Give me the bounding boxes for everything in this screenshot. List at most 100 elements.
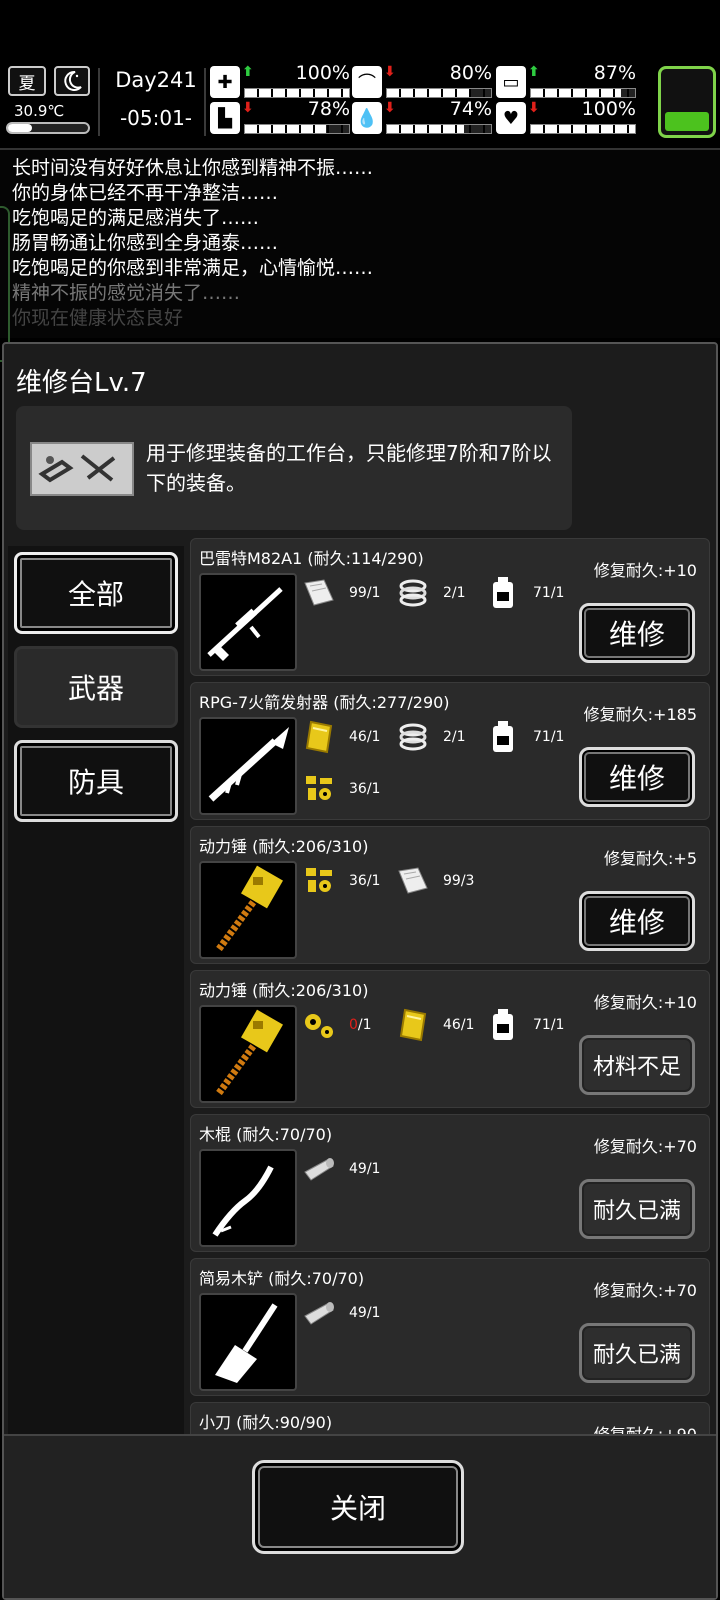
stat-mood: ♥ ⬇ 100% (496, 98, 636, 136)
stat-thirst: 💧 ⬇ 74% (352, 98, 492, 136)
description-box: 用于修理装备的工作台，只能修理7阶和7阶以下的装备。 (16, 406, 572, 530)
power-hammer-icon[interactable] (199, 861, 297, 959)
rocket-launcher-icon[interactable] (199, 717, 297, 815)
material-count-text: /1 (357, 1017, 372, 1033)
sniper-rifle-icon[interactable] (199, 573, 297, 671)
material-count-text: 49/1 (349, 1305, 381, 1321)
trend-arrow: ⬇ (528, 100, 540, 116)
wooden-shovel-icon[interactable] (199, 1293, 297, 1391)
heart-icon: ♥ (496, 102, 526, 134)
trend-arrow: ⬇ (384, 64, 396, 80)
tab-weapons[interactable]: 武器 (14, 646, 178, 728)
temperature-readout: 30.9℃ (14, 102, 65, 120)
material-count: 49/1 (349, 1305, 380, 1321)
repair-button[interactable]: 维修 (579, 891, 695, 951)
log-line: 吃饱喝足的满足感消失了…… (12, 207, 260, 229)
wood-icon (301, 1151, 337, 1187)
medkit-icon: ✚ (210, 66, 240, 98)
parts-icon (301, 771, 337, 807)
material-count: 71/1 (533, 585, 564, 601)
stat-hygiene: ▭ ⬆ 87% (496, 62, 636, 100)
repair-button[interactable]: 维修 (579, 603, 695, 663)
repair-bench-panel: 维修台Lv.7 用于修理装备的工作台，只能修理7阶和7阶以下的装备。 全部 武器… (2, 342, 718, 1600)
category-tabs: 全部 武器 防具 (8, 546, 184, 1454)
soap-icon: ▭ (496, 66, 526, 98)
material-count: 36/1 (349, 873, 380, 889)
repair-item: 动力锤 (耐久:206/310) 修复耐久:+10 0/1 46/1 71/1 材料不足 (190, 970, 710, 1108)
stomach-icon: ⌒ (352, 66, 382, 98)
panel-title: 维修台Lv.7 (16, 368, 147, 398)
repair-button-disabled[interactable]: 材料不足 (579, 1035, 695, 1095)
item-name: 动力锤 (耐久:206/310) (199, 837, 369, 856)
repair-amount: 修复耐久:+70 (593, 1137, 697, 1156)
material-count-text: 2/1 (443, 729, 466, 745)
log-line: 精神不振的感觉消失了…… (12, 282, 241, 304)
power-hammer-icon[interactable] (199, 1005, 297, 1103)
repair-amount: 修复耐久:+5 (604, 849, 697, 868)
material-count-text: 36/1 (349, 873, 381, 889)
material-count: 49/1 (349, 1161, 380, 1177)
material-count: 36/1 (349, 781, 380, 797)
material-count-text: 2/1 (443, 585, 466, 601)
material-count-text: 71/1 (533, 585, 565, 601)
wood-icon (301, 1295, 337, 1331)
day-counter: Day241 (115, 68, 197, 92)
repair-item: 小刀 (耐久:90/90) 修复耐久:+90 (190, 1402, 710, 1434)
trend-arrow: ⬆ (242, 64, 254, 80)
repair-button-disabled[interactable]: 耐久已满 (579, 1323, 695, 1383)
rope-icon (395, 575, 431, 611)
moon-icon (54, 66, 90, 96)
temperature-bar (6, 122, 90, 134)
gold-plate-icon (301, 719, 337, 755)
material-count-text: 46/1 (443, 1017, 475, 1033)
material-count: 99/1 (349, 585, 380, 601)
tab-armor[interactable]: 防具 (14, 740, 178, 822)
item-name: RPG-7火箭发射器 (耐久:277/290) (199, 693, 450, 712)
item-name: 木棍 (耐久:70/70) (199, 1125, 333, 1144)
log-line: 长时间没有好好休息让你感到精神不振…… (12, 157, 374, 179)
gold-plate-icon (395, 1007, 431, 1043)
log-line: 吃饱喝足的你感到非常满足，心情愉悦…… (12, 257, 374, 279)
repair-item: 简易木铲 (耐久:70/70) 修复耐久:+70 49/1 耐久已满 (190, 1258, 710, 1396)
repair-button[interactable]: 维修 (579, 747, 695, 807)
trend-arrow: ⬇ (242, 100, 254, 116)
cloth-icon (395, 863, 431, 899)
water-drop-icon: 💧 (352, 102, 382, 134)
material-count: 71/1 (533, 729, 564, 745)
material-count: 71/1 (533, 1017, 564, 1033)
description-text: 用于修理装备的工作台，只能修理7阶和7阶以下的装备。 (146, 441, 552, 495)
item-name: 简易木铲 (耐久:70/70) (199, 1269, 365, 1288)
material-count-text: 99/3 (443, 873, 475, 889)
trend-arrow: ⬆ (528, 64, 540, 80)
material-count-text: 49/1 (349, 1161, 381, 1177)
workbench-icon (30, 442, 134, 496)
repair-amount: 修复耐久:+90 (594, 1421, 697, 1434)
log-line: 你的身体已经不再干净整洁…… (12, 182, 279, 204)
fuel-can-icon (485, 575, 521, 611)
item-name: 小刀 (耐久:90/90) (199, 1413, 333, 1432)
repair-item: 巴雷特M82A1 (耐久:114/290) 修复耐久:+10 99/1 2/1 71/1… (190, 538, 710, 676)
repair-item-list[interactable]: 巴雷特M82A1 (耐久:114/290) 修复耐久:+10 99/1 2/1 71/1… (190, 538, 712, 1434)
battery-icon[interactable] (658, 66, 716, 138)
wooden-stick-icon[interactable] (199, 1149, 297, 1247)
message-log[interactable]: 长时间没有好好休息让你感到精神不振…… 你的身体已经不再干净整洁…… 吃饱喝足的… (0, 148, 720, 338)
repair-button-disabled[interactable]: 耐久已满 (579, 1179, 695, 1239)
material-count: 2/1 (443, 585, 466, 601)
material-count-text: 36/1 (349, 781, 381, 797)
repair-amount: 修复耐久:+70 (593, 1281, 697, 1300)
parts-icon (301, 863, 337, 899)
material-count: 46/1 (349, 729, 380, 745)
stat-stamina: ▙ ⬇ 78% (210, 98, 350, 136)
material-count: 46/1 (443, 1017, 474, 1033)
material-count: 0/1 (349, 1017, 372, 1033)
log-drag-handle[interactable] (0, 206, 10, 362)
repair-amount: 修复耐久:+10 (593, 993, 697, 1012)
close-button[interactable]: 关闭 (252, 1460, 464, 1554)
material-count-text: 71/1 (533, 1017, 565, 1033)
tab-all[interactable]: 全部 (14, 552, 178, 634)
material-count: 99/3 (443, 873, 474, 889)
item-name: 巴雷特M82A1 (耐久:114/290) (199, 549, 424, 568)
stat-health: ✚ ⬆ 100% (210, 62, 350, 100)
clock: -05:01- (119, 106, 193, 130)
repair-amount: 修复耐久:+10 (593, 561, 697, 580)
